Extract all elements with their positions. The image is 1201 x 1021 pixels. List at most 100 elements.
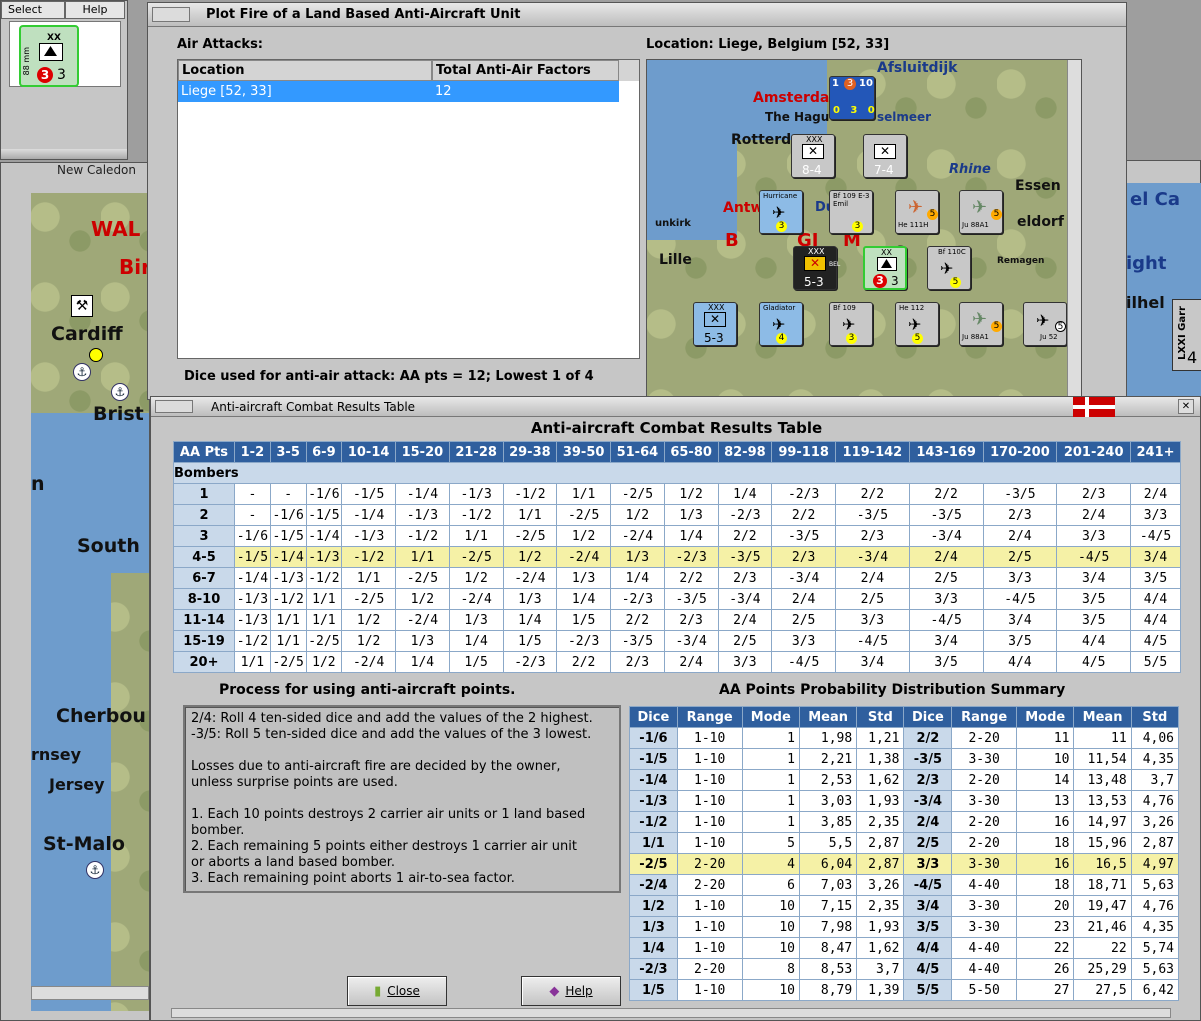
summary-cell: 3,7 bbox=[856, 958, 905, 980]
counter-name: Bf 109 bbox=[833, 304, 856, 312]
summary-cell: 3-30 bbox=[951, 895, 1017, 917]
counter-right: 10 bbox=[859, 78, 873, 89]
summary-cell: 2,21 bbox=[798, 748, 858, 770]
crt-cell: 1/5 bbox=[556, 609, 611, 631]
fighter-counter[interactable]: He 112 ✈ 5 bbox=[895, 302, 939, 346]
window-menu-icon[interactable] bbox=[155, 400, 193, 413]
table-row: 3 -1/6 -1/5 -1/4 -1/3 -1/2 1/1 -2/5 1/2 -2/4 1/4 2/… bbox=[173, 525, 1181, 547]
crt-cell: 3/5 bbox=[1056, 609, 1132, 631]
crt-cell: 2/3 bbox=[1056, 483, 1132, 505]
crt-cell: 1/4 bbox=[610, 567, 665, 589]
crt-cell: -1/4 bbox=[234, 567, 271, 589]
fighter-counter[interactable]: Bf 109 E-3 Emil 3 bbox=[829, 190, 873, 234]
counter-name: He 112 bbox=[899, 304, 925, 312]
counter-value: 3 bbox=[776, 221, 787, 232]
map-label-afsluitdijk: Afsluitdijk bbox=[877, 60, 958, 76]
counter-value: 7-4 bbox=[874, 163, 894, 177]
crt-cell: -2/5 bbox=[448, 546, 504, 568]
location-map[interactable]: Afsluitdijk Amsterda The Hagu selmeer Ro… bbox=[646, 59, 1082, 397]
fighter-counter[interactable]: Bf 109 ✈ 3 bbox=[829, 302, 873, 346]
help-tab[interactable]: Help bbox=[65, 1, 125, 19]
summary-cell: 6 bbox=[741, 874, 801, 896]
left-map-view[interactable]: WAL Bir ⚒ Cardiff ⚓ ⚓ Brist n South Cher… bbox=[31, 193, 149, 1011]
crt-cell: 1/2 bbox=[663, 483, 719, 505]
crt-cell: 1/4 bbox=[556, 588, 611, 610]
crt-cell: -1/4 bbox=[269, 546, 307, 568]
aa-unit-icon bbox=[39, 43, 63, 61]
crt-bottom-scrollbar[interactable] bbox=[171, 1008, 1171, 1018]
summary-cell: 1,98 bbox=[798, 727, 858, 749]
infantry-counter[interactable]: ✕ 7-4 bbox=[863, 134, 907, 178]
select-tab[interactable]: Select bbox=[1, 1, 65, 19]
window-menu-icon[interactable] bbox=[152, 7, 190, 22]
bomber-counter[interactable]: ✈ Ju 88A1 5 bbox=[959, 190, 1003, 234]
infantry-counter-selected[interactable]: XXX ✕ BEL 5-3 bbox=[793, 246, 840, 290]
infantry-counter[interactable]: XXX ✕ 5-3 bbox=[693, 302, 737, 346]
crt-cell: 3/3 bbox=[717, 651, 773, 673]
crt-cell: 1/4 bbox=[502, 609, 558, 631]
location-column-header[interactable]: Location bbox=[178, 60, 432, 81]
crt-cell: 3/4 bbox=[982, 609, 1058, 631]
map-vertical-scrollbar[interactable] bbox=[1067, 60, 1081, 396]
crt-cell: -3/4 bbox=[717, 588, 773, 610]
summary-cell: 6,04 bbox=[798, 853, 858, 875]
crt-row-label: 8-10 bbox=[173, 588, 235, 610]
summary-cell: 20 bbox=[1015, 895, 1075, 917]
row-factors: 12 bbox=[435, 84, 452, 99]
crt-cell: -1/3 bbox=[234, 588, 271, 610]
crt-cell: 1/1 bbox=[234, 651, 271, 673]
summary-cell: 11,54 bbox=[1073, 748, 1132, 770]
crt-cell: 2/2 bbox=[663, 567, 719, 589]
left-map-scrollbar[interactable] bbox=[31, 986, 149, 1000]
infantry-counter[interactable]: XXX ✕ 8-4 bbox=[791, 134, 835, 178]
counter-value: 5 bbox=[950, 277, 961, 288]
window-bottom-bar bbox=[1, 149, 127, 159]
crt-cell: 2/5 bbox=[835, 588, 910, 610]
selected-unit-counter[interactable]: XX 88 mm 3 3 bbox=[19, 25, 79, 87]
summary-column-header: Std bbox=[856, 706, 905, 728]
table-row: 4-5 -1/5 -1/4 -1/3 -1/2 1/1 -2/5 1/2 -2/4 1/3 -2/3… bbox=[173, 546, 1181, 568]
bomber-counter[interactable]: ✈ He 111H 5 bbox=[895, 190, 939, 234]
crt-column-header: 15-20 bbox=[395, 441, 450, 463]
crt-cell: 2/4 bbox=[835, 567, 910, 589]
crt-column-header: AA Pts bbox=[173, 441, 235, 463]
fighter-counter[interactable]: Bf 110C ✈ 5 bbox=[927, 246, 971, 290]
crt-cell: -2/3 bbox=[771, 483, 836, 505]
fighter-counter[interactable]: Gladiator ✈ 4 bbox=[759, 302, 803, 346]
close-icon[interactable]: ✕ bbox=[1178, 399, 1194, 414]
crt-cell: -3/5 bbox=[610, 630, 665, 652]
summary-cell: 27 bbox=[1015, 979, 1075, 1001]
crt-cell: -4/5 bbox=[908, 609, 984, 631]
summary-cell: 2-20 bbox=[951, 727, 1017, 749]
table-row: -1/2 1-10 1 3,85 2,35 2/4 2-20 16 14,97 3,26 bbox=[629, 811, 1180, 833]
crt-cell: 1/3 bbox=[395, 630, 450, 652]
table-row: 1/3 1-10 10 7,98 1,93 3/5 3-30 23 21,46 4,35 bbox=[629, 916, 1180, 938]
aa-unit-counter[interactable]: XX 3 3 bbox=[863, 246, 907, 290]
table-row: -2/5 2-20 4 6,04 2,87 3/3 3-30 16 16,5 4,97 bbox=[629, 853, 1180, 875]
crt-cell: 1/1 bbox=[502, 504, 558, 526]
crt-cell: 1/3 bbox=[663, 504, 719, 526]
air-attack-row[interactable]: Liege [52, 33] 12 bbox=[178, 81, 619, 102]
summary-cell: 18 bbox=[1015, 832, 1075, 854]
garrison-unit-counter[interactable]: LXXI Garr 4 bbox=[1172, 299, 1201, 371]
crt-cell: -1/5 bbox=[269, 525, 307, 547]
summary-cell: 18,71 bbox=[1073, 874, 1132, 896]
right-map-view[interactable]: el Ca ight ilhel LXXI Garr 4 bbox=[1126, 183, 1201, 409]
crt-cell: -2/4 bbox=[556, 546, 611, 568]
help-button[interactable]: ◆ Help bbox=[521, 976, 621, 1006]
summary-cell: 1-10 bbox=[676, 811, 743, 833]
map-label-ight: ight bbox=[1126, 253, 1167, 274]
summary-cell: -2/5 bbox=[629, 853, 678, 875]
transport-counter[interactable]: ✈ Ju 52 5 bbox=[1023, 302, 1067, 346]
fighter-counter[interactable]: Hurricane ✈ 3 bbox=[759, 190, 803, 234]
crt-cell: -3/4 bbox=[908, 525, 984, 547]
crt-cell: 3/3 bbox=[771, 630, 836, 652]
summary-cell: 26 bbox=[1015, 958, 1075, 980]
close-button[interactable]: ▮ Close bbox=[347, 976, 447, 1006]
factors-column-header[interactable]: Total Anti-Air Factors bbox=[432, 60, 619, 81]
bomber-counter[interactable]: ✈ Ju 88A1 5 bbox=[959, 302, 1003, 346]
summary-cell: 2,53 bbox=[798, 769, 858, 791]
crt-cell: -1/2 bbox=[502, 483, 558, 505]
naval-stack-counter[interactable]: 1 3 10 0 3 0 bbox=[829, 76, 875, 120]
crt-cell: 3/4 bbox=[908, 630, 984, 652]
